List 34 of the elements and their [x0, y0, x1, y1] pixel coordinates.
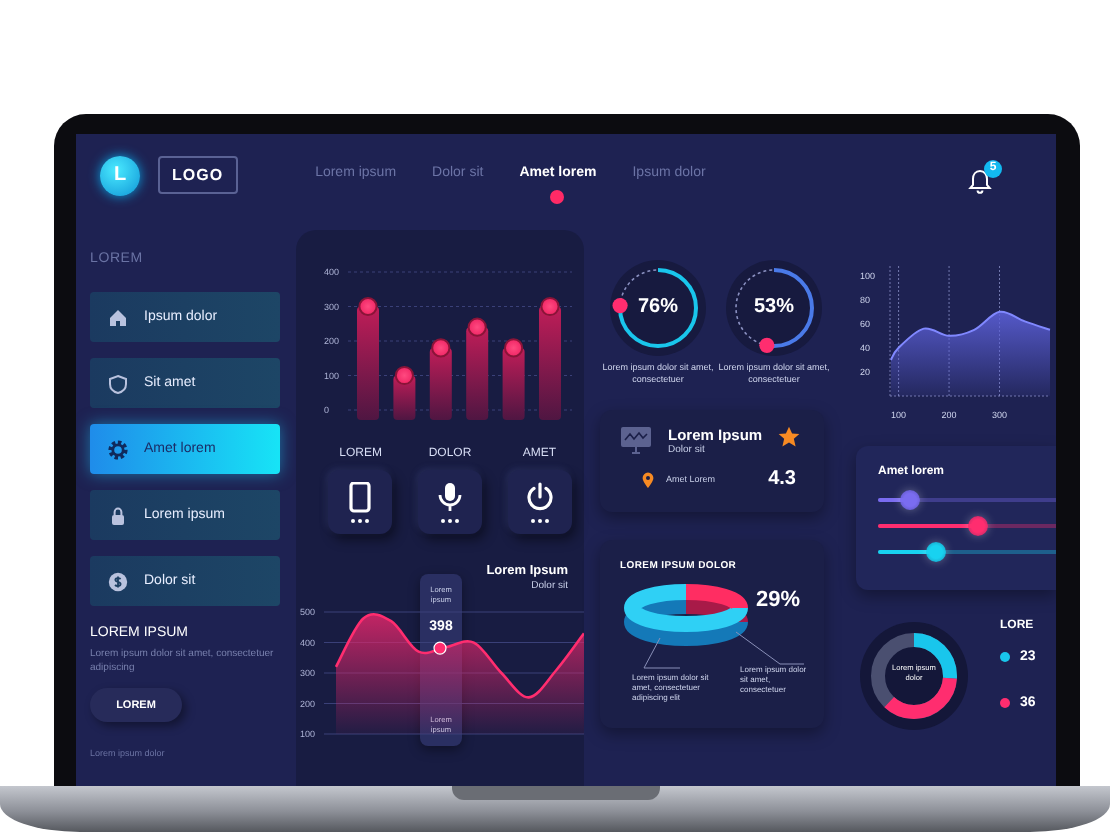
- gauge-value: 76%: [635, 296, 680, 320]
- ring-chart-drawing: [624, 584, 748, 646]
- location-pin-icon: [642, 472, 654, 488]
- lock-icon: [108, 505, 128, 525]
- device-button[interactable]: [507, 470, 572, 534]
- slider-thumb[interactable]: [900, 490, 921, 510]
- leader-line: [735, 631, 805, 665]
- slider-thumb[interactable]: [926, 542, 947, 562]
- bar-cap-icon: [540, 296, 560, 317]
- microphone-icon: [434, 481, 466, 523]
- rating-value: 4.3: [768, 468, 796, 492]
- leader-line: [643, 637, 681, 669]
- gauge-ring: [724, 258, 824, 358]
- star-icon: [778, 426, 800, 448]
- device-button[interactable]: [418, 470, 482, 534]
- monitor-icon: [620, 426, 652, 454]
- logo: LOGO: [158, 156, 238, 194]
- bell-icon[interactable]: [968, 168, 992, 196]
- logo-mark: L: [100, 156, 140, 196]
- dollar-coin-icon: [108, 571, 128, 591]
- ring-chart-value: 29%: [755, 588, 800, 614]
- gauge-ring: [608, 258, 708, 358]
- chart-marker: [433, 641, 447, 655]
- shield-icon: [108, 373, 128, 393]
- bar-cap-icon: [394, 365, 414, 386]
- donut-chart-drawing: [856, 618, 972, 734]
- phone-icon: [344, 481, 377, 523]
- gear-icon: [108, 439, 128, 459]
- bar-cap-icon: [358, 296, 378, 317]
- device-button[interactable]: [328, 470, 393, 534]
- home-icon: [108, 307, 128, 327]
- power-icon: [523, 481, 556, 523]
- gauge-value: 53%: [751, 296, 796, 320]
- slider-thumb[interactable]: [967, 516, 988, 536]
